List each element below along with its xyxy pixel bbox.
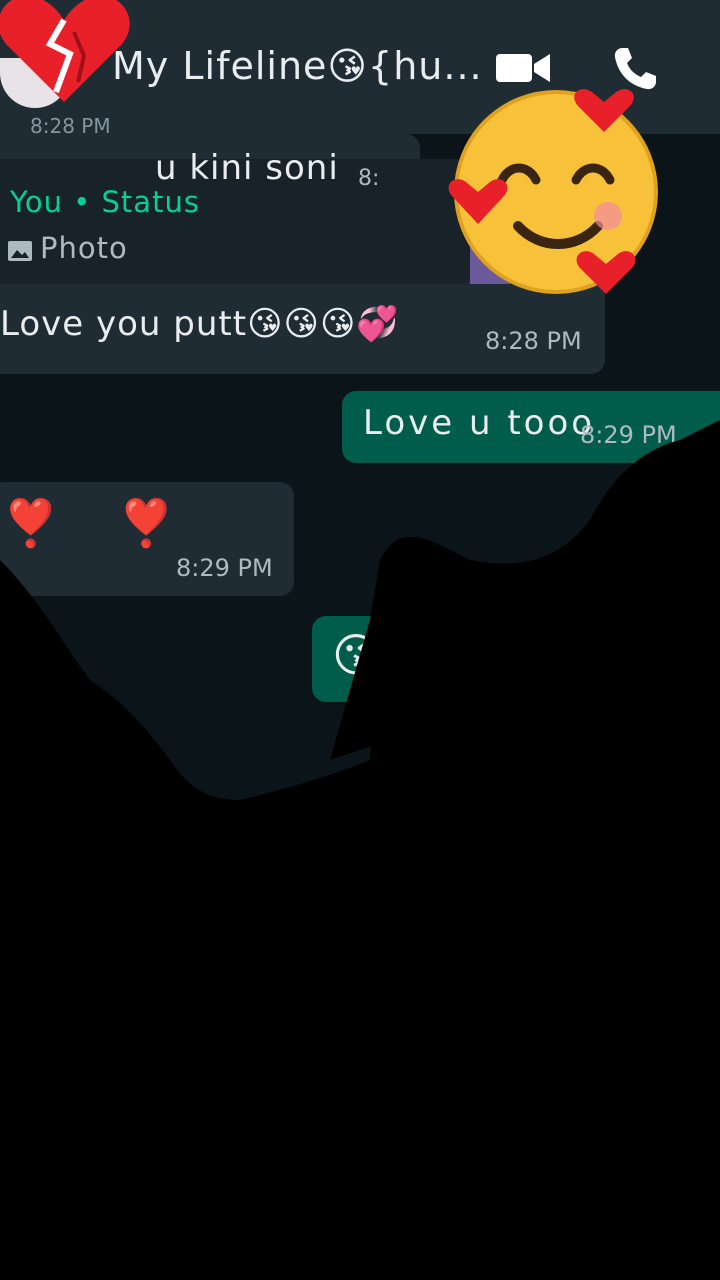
photo-icon (8, 241, 32, 261)
message-emoji: 😘 (332, 628, 380, 682)
outgoing-message-bubble[interactable]: Love u tooo 8:29 PM (342, 391, 720, 463)
message-text: u kini soni (155, 148, 339, 188)
message-text: Love u tooo (363, 403, 596, 443)
quoted-status-label: Photo (40, 231, 128, 265)
voice-call-icon[interactable] (612, 44, 660, 92)
message-time: 8:29 PM (176, 554, 273, 582)
message-list[interactable]: 8:28 PM You • Status Photo Love you putt… (0, 114, 720, 1280)
video-call-icon[interactable] (496, 50, 550, 86)
message-time: 8:28 PM (485, 327, 582, 355)
outgoing-emoji-bubble[interactable]: 😘 (312, 616, 432, 702)
message-time: 8:29 PM (580, 421, 677, 449)
previous-message-time: 8:28 PM (30, 114, 111, 138)
message-text: Love you putt😘😘😘💞 (0, 304, 400, 344)
smiling-face-with-hearts-sticker (448, 89, 658, 294)
incoming-message-bubble[interactable]: ❣️ ❣️ 8:29 PM (0, 482, 294, 596)
quoted-status-author: You • Status (10, 185, 200, 219)
contact-name[interactable]: My Lifeline😘{hu... (112, 44, 483, 88)
message-time: 8: (358, 166, 380, 191)
message-text: ❣️ ❣️ (2, 496, 198, 550)
